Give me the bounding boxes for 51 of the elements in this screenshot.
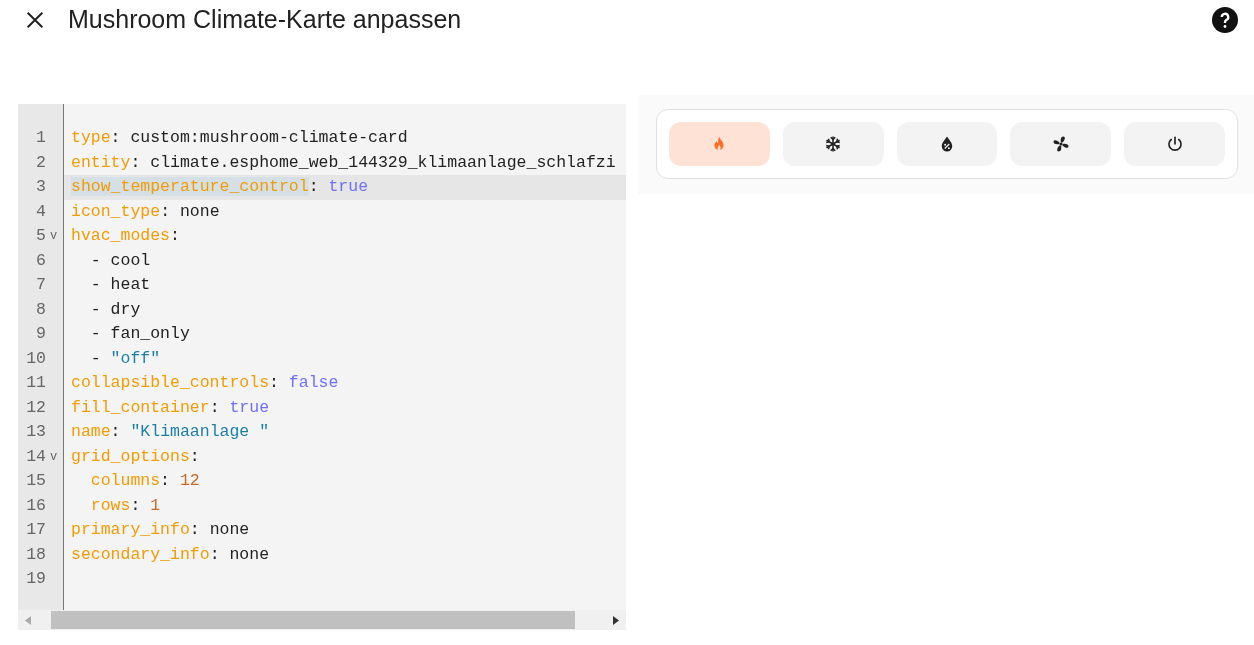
code-line: entity: climate.esphome_web_144329_klimaanlage_schlafzi bbox=[71, 152, 616, 172]
line-number: 7 bbox=[35, 274, 46, 296]
dialog-title: Mushroom Climate-Karte anpassen bbox=[68, 4, 462, 36]
line-number: 11 bbox=[25, 372, 46, 394]
scroll-left-icon[interactable] bbox=[25, 615, 31, 625]
fan-icon bbox=[1051, 135, 1070, 153]
code-line: columns: 12 bbox=[90, 471, 200, 490]
line-number: 6 bbox=[35, 249, 46, 272]
line-number: 1 bbox=[35, 127, 46, 149]
code-line: - "off" bbox=[89, 348, 161, 368]
code-line: collapsible_controls: false bbox=[71, 373, 339, 392]
code-line: - heat bbox=[89, 275, 151, 294]
line-number: 13 bbox=[25, 421, 46, 443]
mode-button[interactable] bbox=[782, 122, 884, 166]
horizontal-scrollbar[interactable] bbox=[18, 610, 626, 630]
line-number: 14 bbox=[25, 445, 46, 468]
line-number: 16 bbox=[25, 494, 46, 517]
fold-marker[interactable]: v bbox=[50, 224, 58, 249]
power-icon bbox=[1165, 135, 1184, 153]
code-line: hvac_modes: bbox=[71, 226, 180, 245]
code-line: show_temperature_control: true bbox=[71, 177, 369, 196]
line-number: 8 bbox=[35, 298, 46, 321]
code-line: - cool bbox=[89, 250, 151, 270]
fold-marker[interactable]: v bbox=[50, 444, 58, 469]
line-number: 18 bbox=[25, 543, 46, 566]
line-number: 17 bbox=[25, 519, 46, 541]
close-icon[interactable] bbox=[24, 9, 46, 31]
line-number: 19 bbox=[25, 568, 46, 590]
code-line: - fan_only bbox=[89, 324, 190, 343]
line-number: 15 bbox=[25, 470, 46, 492]
code-line: primary_info: none bbox=[71, 520, 250, 539]
line-number: 12 bbox=[25, 396, 46, 419]
scroll-right-icon[interactable] bbox=[613, 615, 619, 625]
line-number: 10 bbox=[25, 347, 46, 370]
code-line: - dry bbox=[89, 299, 141, 319]
line-number: 5 bbox=[35, 225, 46, 247]
code-line: grid_options: bbox=[71, 446, 200, 466]
line-number: 3 bbox=[35, 176, 46, 198]
code-line: name: "Klimaanlage " bbox=[71, 422, 270, 441]
code-line: icon_type: none bbox=[71, 201, 220, 221]
code-line: type: custom:mushroom-climate-card bbox=[71, 128, 408, 147]
help-icon[interactable] bbox=[1212, 7, 1238, 33]
code-line: rows: 1 bbox=[90, 495, 161, 515]
line-number: 9 bbox=[35, 323, 46, 345]
code-line: fill_container: true bbox=[71, 397, 270, 417]
line-number: 4 bbox=[35, 200, 46, 223]
snowflake-icon bbox=[824, 135, 843, 153]
scrollbar-thumb[interactable] bbox=[51, 611, 575, 629]
mode-button[interactable] bbox=[896, 122, 998, 166]
code-line: secondary_info: none bbox=[71, 544, 270, 564]
line-number: 2 bbox=[35, 151, 46, 174]
